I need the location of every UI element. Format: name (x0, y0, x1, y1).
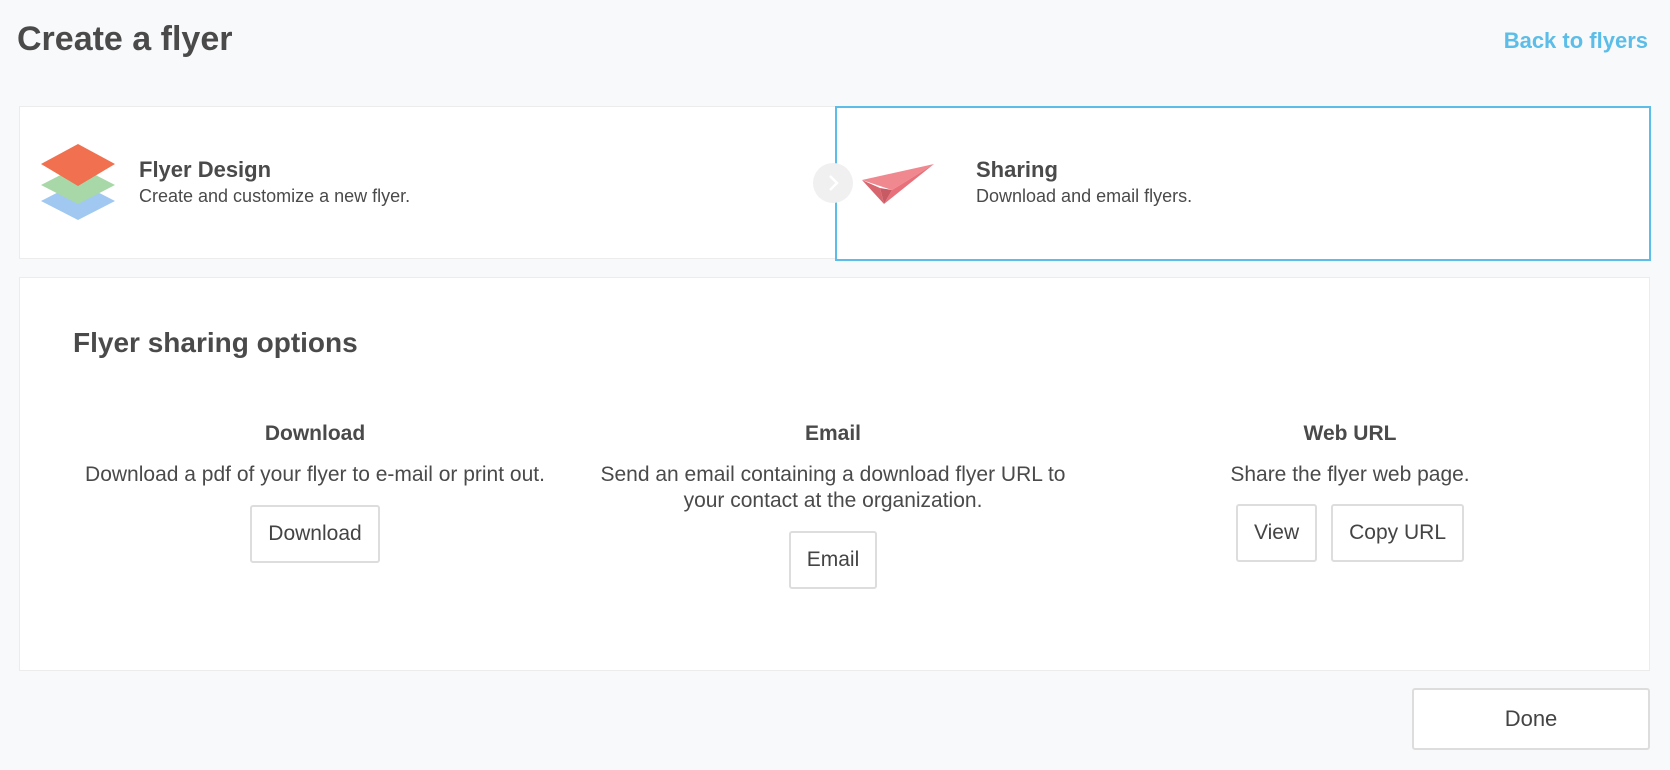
step-description: Download and email flyers. (976, 186, 1193, 206)
email-option: Email Send an email containing a downloa… (593, 418, 1073, 589)
step-sharing[interactable]: Sharing Download and email flyers. (835, 106, 1651, 261)
sharing-options-panel: Flyer sharing options Download Download … (19, 277, 1650, 671)
option-title: Download (264, 422, 366, 445)
option-title: Web URL (1303, 422, 1397, 445)
option-description: Share the flyer web page. (1230, 463, 1470, 486)
paper-plane-icon (862, 164, 934, 204)
step-title: Flyer Design (139, 157, 272, 182)
layers-icon (41, 144, 115, 220)
view-button[interactable]: View (1235, 504, 1318, 562)
page-header: Create a flyer Back to flyers (0, 0, 1670, 80)
step-title: Sharing (976, 157, 1058, 182)
page-title: Create a flyer (17, 20, 233, 58)
option-title: Email (804, 422, 862, 445)
option-description: Download a pdf of your flyer to e-mail o… (85, 463, 545, 486)
step-description: Create and customize a new flyer. (139, 186, 411, 206)
panel-title: Flyer sharing options (73, 327, 358, 358)
download-option: Download Download a pdf of your flyer to… (75, 418, 555, 563)
email-button[interactable]: Email (788, 531, 878, 589)
download-button[interactable]: Download (250, 505, 380, 563)
option-description: Send an email containing a download flye… (600, 463, 1066, 512)
done-button[interactable]: Done (1412, 688, 1650, 750)
chevron-right-icon (829, 175, 839, 191)
web-url-option: Web URL Share the flyer web page. View Co… (1110, 418, 1590, 562)
step-separator-chevron (813, 163, 853, 203)
copy-url-button[interactable]: Copy URL (1331, 504, 1464, 562)
back-to-flyers-link[interactable]: Back to flyers (1504, 28, 1648, 54)
step-flyer-design[interactable]: Flyer Design Create and customize a new … (20, 107, 835, 260)
